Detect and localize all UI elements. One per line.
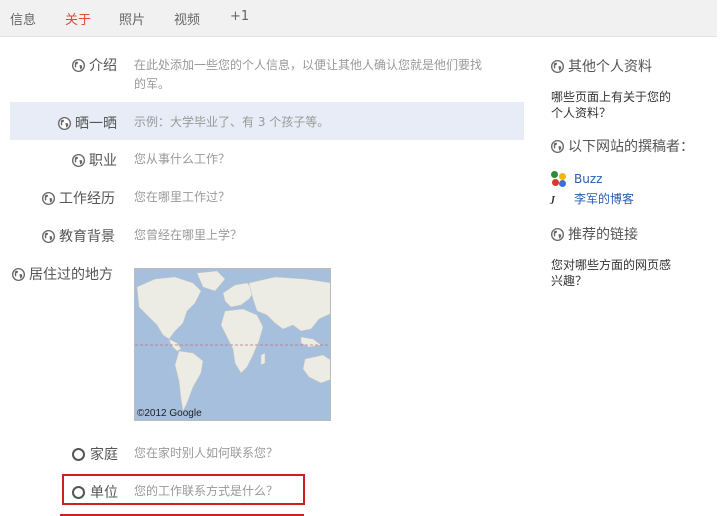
recommended-title: 推荐的链接: [568, 227, 638, 243]
tab-videos[interactable]: 视频: [174, 9, 200, 28]
circle-icon: [72, 447, 85, 461]
home-label-text: 家庭: [90, 447, 118, 463]
employment-label-text: 工作经历: [59, 191, 115, 207]
other-profiles-text-line-2: 个人资料？: [551, 106, 612, 120]
intro-value-line-1: 在此处添加一些您的个人信息，以便让其他人确认您就是他们要找: [134, 58, 483, 72]
recommended-text-line-1: 您对哪些方面的网页感: [551, 258, 672, 272]
bragging-label[interactable]: 晒一晒: [58, 113, 117, 133]
places-label-text: 居住过的地方: [29, 267, 113, 283]
home-value[interactable]: 您在家时别人如何联系您？: [134, 444, 278, 463]
home-label[interactable]: 家庭: [72, 444, 118, 464]
intro-value[interactable]: 在此处添加一些您的个人信息，以便让其他人确认您就是他们要找 的军。: [134, 56, 524, 94]
recommended-text-line-2: 兴趣？: [551, 274, 588, 288]
other-profiles-title: 其他个人资料: [568, 59, 652, 75]
other-profiles-heading[interactable]: 其他个人资料: [551, 56, 652, 76]
contributor-title: 以下网站的撰稿者：: [568, 139, 694, 155]
education-value[interactable]: 您曾经在哪里上学？: [134, 226, 242, 245]
blog-icon: J: [551, 193, 555, 204]
contributor-link-blog[interactable]: J 李军的博客: [551, 190, 634, 207]
recommended-heading[interactable]: 推荐的链接: [551, 224, 638, 244]
bragging-label-text: 晒一晒: [75, 116, 117, 132]
contributor-link-blog-label: 李军的博客: [574, 192, 635, 206]
globe-icon: [42, 229, 55, 243]
tab-bar: 信息 关于 照片 视频 +1: [0, 0, 717, 37]
contributor-heading[interactable]: 以下网站的撰稿者：: [551, 136, 694, 156]
annotation-highlight-box: [62, 474, 305, 505]
globe-icon: [551, 139, 564, 153]
globe-icon: [551, 227, 564, 241]
occupation-label-text: 职业: [89, 153, 117, 169]
occupation-label[interactable]: 职业: [72, 150, 117, 170]
employment-label[interactable]: 工作经历: [42, 188, 115, 208]
contributor-link-buzz[interactable]: Buzz: [551, 171, 602, 187]
globe-icon: [12, 267, 25, 281]
tab-info[interactable]: 信息: [10, 9, 36, 28]
intro-value-line-2: 的军。: [134, 77, 171, 91]
employment-value[interactable]: 您在哪里工作过？: [134, 188, 230, 207]
globe-icon: [72, 58, 85, 72]
globe-icon: [551, 59, 564, 73]
places-label[interactable]: 居住过的地方: [12, 264, 113, 284]
contributor-link-buzz-label: Buzz: [574, 172, 603, 186]
education-label-text: 教育背景: [59, 229, 115, 245]
intro-label[interactable]: 介绍: [72, 55, 117, 75]
world-map[interactable]: ©2012 Google: [134, 268, 331, 421]
recommended-text[interactable]: 您对哪些方面的网页感 兴趣？: [551, 257, 701, 289]
tab-about[interactable]: 关于: [65, 9, 91, 28]
world-map-graphic: [135, 269, 330, 420]
bragging-value[interactable]: 示例：大学毕业了、有 3 个孩子等。: [134, 113, 329, 132]
other-profiles-text[interactable]: 哪些页面上有关于您的 个人资料？: [551, 89, 701, 121]
globe-icon: [42, 191, 55, 205]
globe-icon: [72, 153, 85, 167]
tab-plus-one[interactable]: +1: [230, 9, 249, 24]
other-profiles-text-line-1: 哪些页面上有关于您的: [551, 90, 672, 104]
tab-photos[interactable]: 照片: [119, 9, 145, 28]
map-copyright: ©2012 Google: [137, 408, 202, 419]
intro-label-text: 介绍: [89, 58, 117, 74]
education-label[interactable]: 教育背景: [42, 226, 115, 246]
globe-icon: [58, 116, 71, 130]
buzz-icon: [551, 171, 567, 187]
occupation-value[interactable]: 您从事什么工作？: [134, 150, 230, 169]
